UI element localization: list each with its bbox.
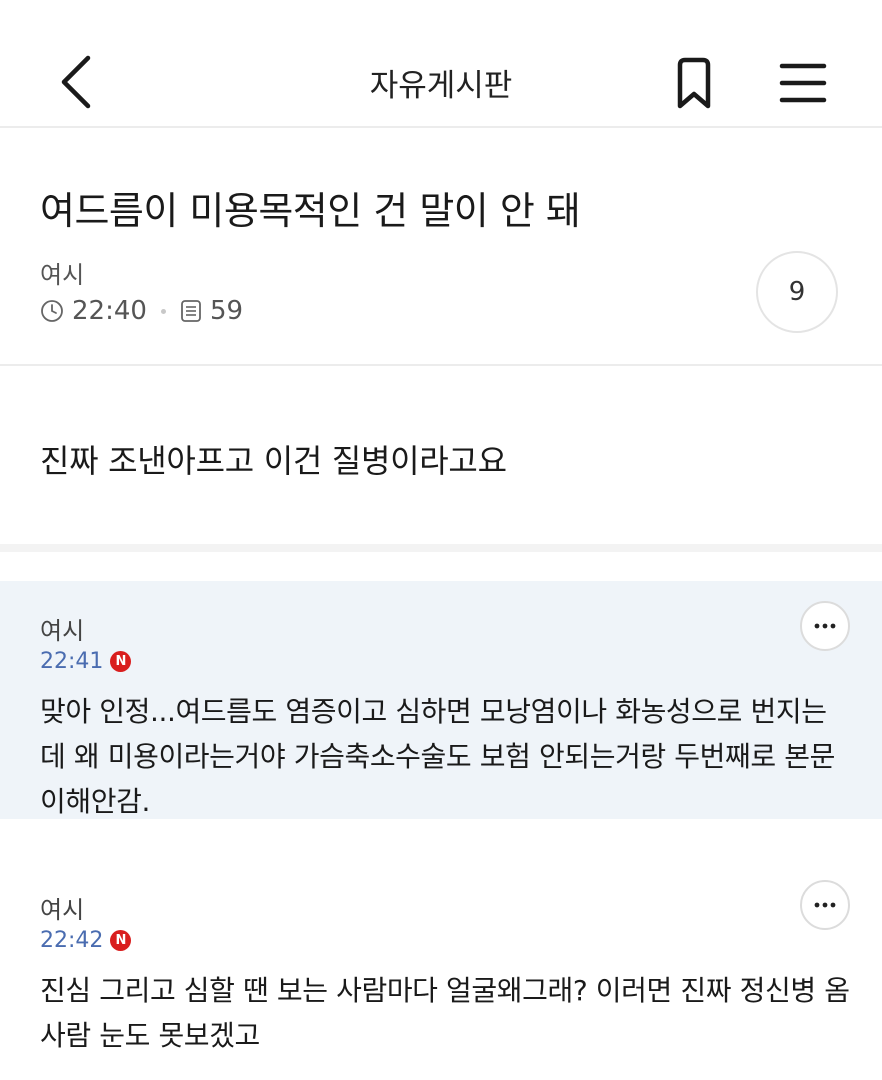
hamburger-menu-icon bbox=[779, 63, 827, 103]
more-options-button[interactable] bbox=[800, 880, 850, 930]
comment-author: 여시 bbox=[40, 617, 85, 645]
section-divider bbox=[0, 544, 882, 552]
more-options-button[interactable] bbox=[800, 601, 850, 651]
comment-text: 진심 그리고 심할 땐 보는 사람마다 얼굴왜그래? 이러면 진짜 정신병 옴 … bbox=[40, 974, 850, 1052]
view-count: 59 bbox=[209, 296, 244, 326]
comment-time-row: 22:42 N bbox=[40, 928, 132, 953]
post-author: 여시 bbox=[40, 261, 85, 289]
post-body: 진짜 조낸아프고 이건 질병이라고요 bbox=[40, 442, 507, 480]
separator-dot bbox=[160, 308, 166, 314]
bookmark-button[interactable] bbox=[670, 56, 718, 110]
comment-time-row: 22:41 N bbox=[40, 649, 132, 674]
clock-icon bbox=[41, 300, 63, 322]
board-title: 자유게시판 bbox=[369, 68, 513, 104]
bookmark-icon bbox=[677, 57, 711, 109]
comment-item: 여시 22:42 N 진심 그리고 심할 땐 보는 사람마다 얼굴왜그래? 이러… bbox=[0, 860, 882, 1060]
post-meta: 22:40 59 bbox=[40, 296, 243, 326]
more-dots-icon bbox=[814, 623, 836, 629]
document-icon bbox=[181, 300, 201, 322]
menu-button[interactable] bbox=[776, 58, 830, 108]
new-badge: N bbox=[110, 930, 132, 951]
new-badge: N bbox=[110, 651, 132, 672]
post-time: 22:40 bbox=[72, 296, 147, 326]
comment-item: 여시 22:41 N 맞아 인정...여드름도 염증이고 심하면 모낭염이나 화… bbox=[0, 581, 882, 819]
comment-text: 맞아 인정...여드름도 염증이고 심하면 모낭염이나 화농성으로 번지는데 왜… bbox=[40, 695, 835, 818]
comment-time: 22:41 bbox=[40, 649, 104, 674]
comment-time: 22:42 bbox=[40, 928, 104, 953]
comment-count-button[interactable]: 9 bbox=[756, 251, 838, 333]
divider bbox=[0, 364, 882, 366]
more-dots-icon bbox=[814, 902, 836, 908]
post-title: 여드름이 미용목적인 건 말이 안 돼 bbox=[40, 189, 581, 233]
top-app-bar: 자유게시판 bbox=[0, 0, 882, 128]
comment-author: 여시 bbox=[40, 896, 85, 924]
